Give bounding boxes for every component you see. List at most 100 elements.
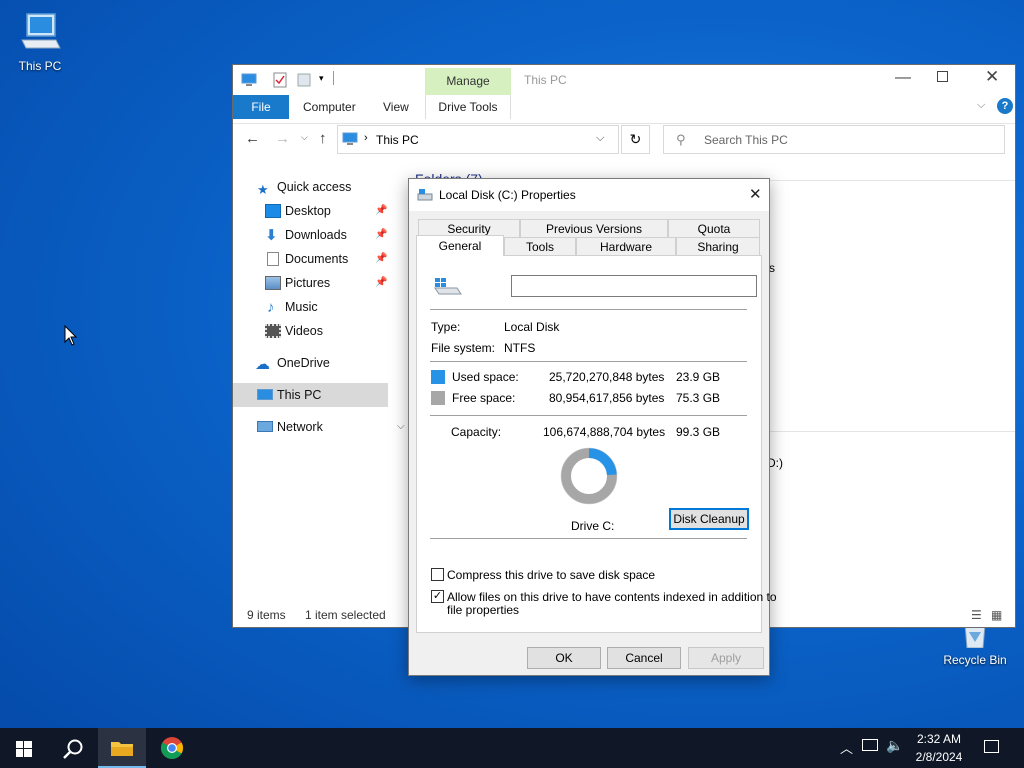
cancel-button[interactable]: Cancel (607, 647, 681, 669)
type-value: Local Disk (504, 320, 560, 334)
network-icon (257, 421, 273, 432)
drive-name-input[interactable] (511, 275, 757, 297)
chevron-right-icon: › (364, 132, 368, 144)
tab-drive-tools[interactable]: Drive Tools (425, 95, 511, 119)
dialog-close-button[interactable]: ✕ (749, 185, 762, 203)
used-space-gb: 23.9 GB (676, 370, 721, 384)
show-hidden-icons-chevron[interactable]: ︿ (840, 738, 853, 757)
quick-access-toolbar-dropdown-icon[interactable]: ▾ (319, 73, 324, 84)
index-checkbox[interactable]: ✓ (431, 590, 444, 603)
tab-computer[interactable]: Computer (289, 95, 370, 119)
window-title: This PC (524, 73, 567, 87)
compress-label: Compress this drive to save disk space (447, 568, 656, 582)
computer-icon (21, 13, 61, 49)
navigation-pane: ★ Quick access Desktop 📌 ⬇ Downloads 📌 D… (233, 175, 405, 439)
used-space-swatch (431, 370, 445, 384)
recent-locations-icon[interactable]: ⌵ (301, 132, 308, 143)
pin-icon[interactable]: 📌 (375, 223, 387, 247)
capacity-bytes: 106,674,888,704 bytes (543, 425, 666, 439)
taskbar-chrome[interactable] (148, 728, 196, 768)
clock-time[interactable]: 2:32 AM (904, 732, 974, 746)
nav-item-music[interactable]: ♪ Music (233, 295, 403, 319)
nav-item-pictures[interactable]: Pictures 📌 (233, 271, 403, 295)
nav-item-quick-access[interactable]: ★ Quick access (233, 175, 403, 199)
address-path: This PC (376, 133, 419, 147)
free-space-gb: 75.3 GB (676, 391, 721, 405)
explorer-titlebar: ▾ Manage This PC — ✕ (233, 65, 1015, 95)
computer-icon (342, 132, 358, 145)
status-item-count: 9 items (247, 608, 286, 622)
computer-icon (241, 73, 257, 86)
file-system-label: File system: (431, 341, 496, 355)
close-button[interactable]: ✕ (985, 67, 999, 87)
tab-quota[interactable]: Quota (668, 219, 760, 237)
refresh-button[interactable]: ↻ (621, 125, 650, 154)
tab-file[interactable]: File (233, 95, 289, 119)
clock-date[interactable]: 2/8/2024 (904, 750, 974, 764)
document-icon (267, 252, 279, 266)
minimize-button[interactable]: — (895, 69, 911, 87)
new-folder-icon[interactable] (297, 73, 311, 87)
desktop-folder-icon (265, 204, 281, 218)
search-button[interactable] (48, 728, 96, 768)
nav-item-desktop[interactable]: Desktop 📌 (233, 199, 403, 223)
help-icon[interactable]: ? (997, 98, 1013, 114)
properties-icon[interactable] (273, 72, 287, 88)
up-arrow-icon[interactable]: ↑ (319, 130, 327, 147)
tab-hardware[interactable]: Hardware (576, 237, 676, 255)
cloud-icon: ☁ (255, 356, 270, 373)
volume-muted-icon[interactable]: 🔈 (886, 737, 903, 754)
nav-item-videos[interactable]: Videos (233, 319, 403, 343)
pin-icon[interactable]: 📌 (375, 247, 387, 271)
taskbar-file-explorer[interactable] (98, 728, 146, 768)
dialog-title: Local Disk (C:) Properties (439, 188, 576, 202)
search-icon: ⚲ (676, 132, 686, 147)
address-dropdown-icon[interactable]: ⌵ (596, 132, 604, 145)
desktop-icon-this-pc[interactable]: This PC (0, 10, 80, 73)
download-arrow-icon: ⬇ (265, 227, 278, 244)
search-input[interactable]: ⚲ Search This PC (663, 125, 1005, 154)
address-input[interactable]: › This PC ⌵ (337, 125, 619, 154)
tab-view[interactable]: View (369, 95, 423, 119)
tab-manage[interactable]: Manage (425, 68, 511, 95)
used-space-bytes: 25,720,270,848 bytes (549, 370, 665, 384)
nav-item-network[interactable]: Network ⌵ (233, 415, 405, 439)
tab-previous-versions[interactable]: Previous Versions (520, 219, 668, 237)
nav-item-this-pc[interactable]: This PC (233, 383, 388, 407)
tab-sharing[interactable]: Sharing (676, 237, 760, 255)
disk-cleanup-button[interactable]: Disk Cleanup (669, 508, 749, 530)
nav-item-onedrive[interactable]: ☁ OneDrive (233, 351, 403, 375)
nav-item-documents[interactable]: Documents 📌 (233, 247, 403, 271)
maximize-button[interactable] (937, 71, 948, 82)
ok-button[interactable]: OK (527, 647, 601, 669)
pictures-icon (265, 276, 281, 290)
index-label-line-1: Allow files on this drive to have conten… (447, 590, 777, 604)
dialog-titlebar: Local Disk (C:) Properties ✕ (409, 179, 769, 211)
used-space-label: Used space: (452, 370, 519, 384)
separator (430, 361, 747, 362)
expand-chevron-icon[interactable]: ⌵ (397, 415, 405, 439)
separator (430, 309, 747, 310)
forward-arrow-icon[interactable]: → (275, 130, 290, 147)
chevron-down-icon[interactable]: ⌵ (977, 99, 985, 112)
disk-usage-donut (560, 447, 618, 505)
compress-checkbox[interactable] (431, 568, 444, 581)
windows-logo-icon (16, 741, 32, 757)
notification-center-icon[interactable] (984, 740, 999, 753)
back-arrow-icon[interactable]: ← (245, 130, 260, 147)
address-bar-row: ← → ⌵ ↑ › This PC ⌵ ↻ ⚲ Search This PC (233, 123, 1015, 163)
start-button[interactable] (0, 728, 48, 768)
details-view-icon[interactable]: ☰ (971, 603, 982, 627)
nav-item-downloads[interactable]: ⬇ Downloads 📌 (233, 223, 403, 247)
network-status-icon[interactable] (862, 739, 878, 751)
taskbar: ︿ 🔈 2:32 AM 2/8/2024 (0, 728, 1024, 768)
apply-button[interactable]: Apply (688, 647, 764, 669)
pin-icon[interactable]: 📌 (375, 271, 387, 295)
folder-icon (111, 742, 133, 756)
tab-tools[interactable]: Tools (504, 237, 576, 255)
capacity-label: Capacity: (451, 425, 502, 439)
desktop-icon-label: This PC (18, 59, 62, 73)
tab-general[interactable]: General (416, 235, 504, 256)
large-icons-view-icon[interactable]: ▦ (991, 603, 1002, 627)
pin-icon[interactable]: 📌 (375, 199, 387, 223)
